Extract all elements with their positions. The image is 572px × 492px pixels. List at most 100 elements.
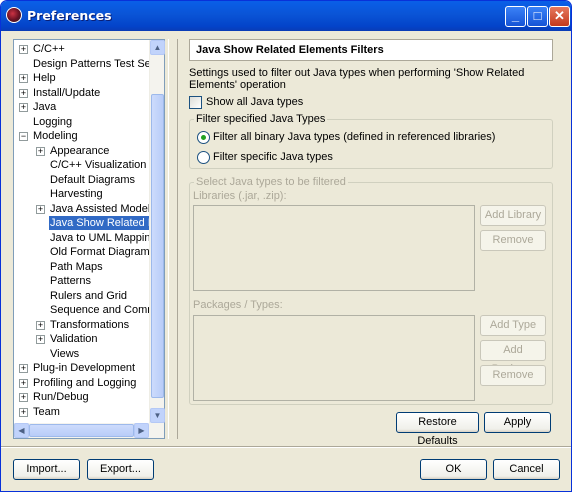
tree-item[interactable]: C/C++ Visualization xyxy=(14,158,150,173)
tree-item-label: Sequence and Commun xyxy=(50,304,150,316)
tree-item-label: Default Diagrams xyxy=(50,173,135,186)
tree-item-label: Patterns xyxy=(50,275,91,287)
title-bar[interactable]: Preferences _ □ ✕ xyxy=(1,1,571,31)
tree-item[interactable]: Java Show Related Elements xyxy=(14,216,150,231)
tree-item[interactable]: Harvesting xyxy=(14,187,150,202)
horizontal-scroll-thumb[interactable] xyxy=(29,424,134,437)
scroll-left-icon[interactable]: ◀ xyxy=(14,423,29,438)
tree-item-label: C/C++ Visualization xyxy=(50,159,147,171)
remove-library-button[interactable]: Remove xyxy=(480,230,546,251)
tree-item[interactable]: + Java Assisted Modeling xyxy=(14,202,150,217)
export-button[interactable]: Export... xyxy=(87,459,154,480)
tree-item-label: Appearance xyxy=(50,144,110,157)
scroll-thumb[interactable] xyxy=(151,94,164,398)
minimize-button[interactable]: _ xyxy=(505,6,526,27)
tree-item-label: Rulers and Grid xyxy=(50,289,128,302)
tree-item[interactable]: + Appearance xyxy=(14,144,150,159)
tree-item-label: Java Show Related Elements xyxy=(49,216,150,230)
apply-button[interactable]: Apply xyxy=(484,412,551,433)
tree-item-label: Harvesting xyxy=(50,188,103,200)
add-library-button[interactable]: Add Library xyxy=(480,205,546,226)
expand-icon[interactable]: + xyxy=(19,407,28,417)
tree-item-label: Java Assisted Modeling xyxy=(50,202,150,215)
tree-item[interactable]: Views xyxy=(14,347,150,362)
tree-item-label: Java to UML Mapping xyxy=(50,231,150,244)
tree-item[interactable]: Sequence and Commun xyxy=(14,303,150,318)
tree-item[interactable]: + Help xyxy=(14,71,150,86)
tree-item-label: C/C++ xyxy=(33,43,65,55)
tree-item[interactable]: − Modeling xyxy=(14,129,150,144)
tree-item[interactable]: + Run/Debug xyxy=(14,390,150,405)
show-all-label: Show all Java types xyxy=(206,96,304,108)
filter-binary-radio[interactable] xyxy=(197,131,210,144)
ok-button[interactable]: OK xyxy=(420,459,487,480)
page-title: Java Show Related Elements Filters xyxy=(189,39,553,61)
restore-defaults-button[interactable]: Restore Defaults xyxy=(396,412,479,447)
expand-icon[interactable]: + xyxy=(19,393,28,402)
window-title: Preferences xyxy=(27,8,112,23)
expand-icon[interactable]: + xyxy=(19,364,28,373)
expand-icon[interactable]: + xyxy=(19,88,28,98)
tree-item-label: Design Patterns Test Setup xyxy=(33,57,150,70)
libraries-list[interactable] xyxy=(193,205,475,291)
cancel-button[interactable]: Cancel xyxy=(493,459,560,480)
tree-item-label: Modeling xyxy=(33,130,78,142)
filter-binary-label: Filter all binary Java types (defined in… xyxy=(213,131,496,143)
filter-specific-radio[interactable] xyxy=(197,151,210,164)
expand-icon[interactable]: + xyxy=(36,320,45,330)
show-all-checkbox[interactable] xyxy=(189,96,202,109)
filter-types-group-title: Filter specified Java Types xyxy=(194,113,328,125)
tree-item-label: Run/Debug xyxy=(33,391,89,403)
tree-item[interactable]: Patterns xyxy=(14,274,150,289)
tree-item[interactable]: Design Patterns Test Setup xyxy=(14,57,150,72)
tree-item[interactable]: + Install/Update xyxy=(14,86,150,101)
tree-item[interactable]: Default Diagrams xyxy=(14,173,150,188)
tree-item[interactable]: + Java xyxy=(14,100,150,115)
expand-icon[interactable]: + xyxy=(36,335,45,344)
expand-icon[interactable]: + xyxy=(19,103,28,112)
tree-horizontal-scrollbar[interactable]: ◀ ▶ xyxy=(14,423,164,438)
scroll-down-icon[interactable]: ▼ xyxy=(150,408,165,423)
tree-item[interactable]: Logging xyxy=(14,115,150,130)
expand-icon[interactable]: + xyxy=(36,146,45,156)
tree-item[interactable]: + Transformations xyxy=(14,318,150,333)
expand-icon[interactable]: + xyxy=(19,45,28,54)
panel-sash[interactable] xyxy=(168,39,178,439)
tree-item-label: Old Format Diagrams H xyxy=(50,246,150,258)
tree-item[interactable]: + Plug-in Development xyxy=(14,361,150,376)
tree-item-label: Transformations xyxy=(50,318,130,331)
preferences-window: Preferences _ □ ✕ + C/C++ Design Patterns … xyxy=(0,0,572,492)
add-type-button[interactable]: Add Type xyxy=(480,315,546,336)
tree-item[interactable]: Java to UML Mapping xyxy=(14,231,150,246)
tree-rows: + C/C++ Design Patterns Test Setup + Help + In… xyxy=(14,40,150,423)
scroll-right-icon[interactable]: ▶ xyxy=(134,423,149,438)
add-package-button[interactable]: Add Package xyxy=(480,340,546,375)
maximize-button[interactable]: □ xyxy=(527,6,548,27)
tree-item-label: Plug-in Development xyxy=(33,362,136,374)
remove-package-button[interactable]: Remove xyxy=(480,365,546,386)
tree-item-label: Java xyxy=(33,101,57,113)
filter-specific-label: Filter specific Java types xyxy=(213,151,333,163)
tree-item[interactable]: + Profiling and Logging xyxy=(14,376,150,391)
tree-item-label: Help xyxy=(33,72,56,84)
packages-label: Packages / Types: xyxy=(193,299,283,311)
tree-item[interactable]: + Validation xyxy=(14,332,150,347)
close-button[interactable]: ✕ xyxy=(549,6,570,27)
app-icon xyxy=(6,7,22,23)
tree-item-label: Logging xyxy=(33,115,73,128)
import-button[interactable]: Import... xyxy=(13,459,80,480)
footer-separator xyxy=(1,446,571,448)
expand-icon[interactable]: + xyxy=(36,204,45,214)
tree-item[interactable]: Rulers and Grid xyxy=(14,289,150,304)
scroll-up-icon[interactable]: ▲ xyxy=(150,40,165,55)
expand-icon[interactable]: + xyxy=(19,378,28,388)
collapse-icon[interactable]: − xyxy=(19,132,28,141)
tree-vertical-scrollbar[interactable]: ▲ ▼ xyxy=(149,40,165,423)
tree-item[interactable]: + C/C++ xyxy=(14,42,150,57)
packages-list[interactable] xyxy=(193,315,475,401)
expand-icon[interactable]: + xyxy=(19,74,28,83)
tree-item[interactable]: Path Maps xyxy=(14,260,150,275)
libraries-label: Libraries (.jar, .zip): xyxy=(193,190,287,202)
tree-item[interactable]: Old Format Diagrams H xyxy=(14,245,150,260)
tree-item[interactable]: + Team xyxy=(14,405,150,420)
